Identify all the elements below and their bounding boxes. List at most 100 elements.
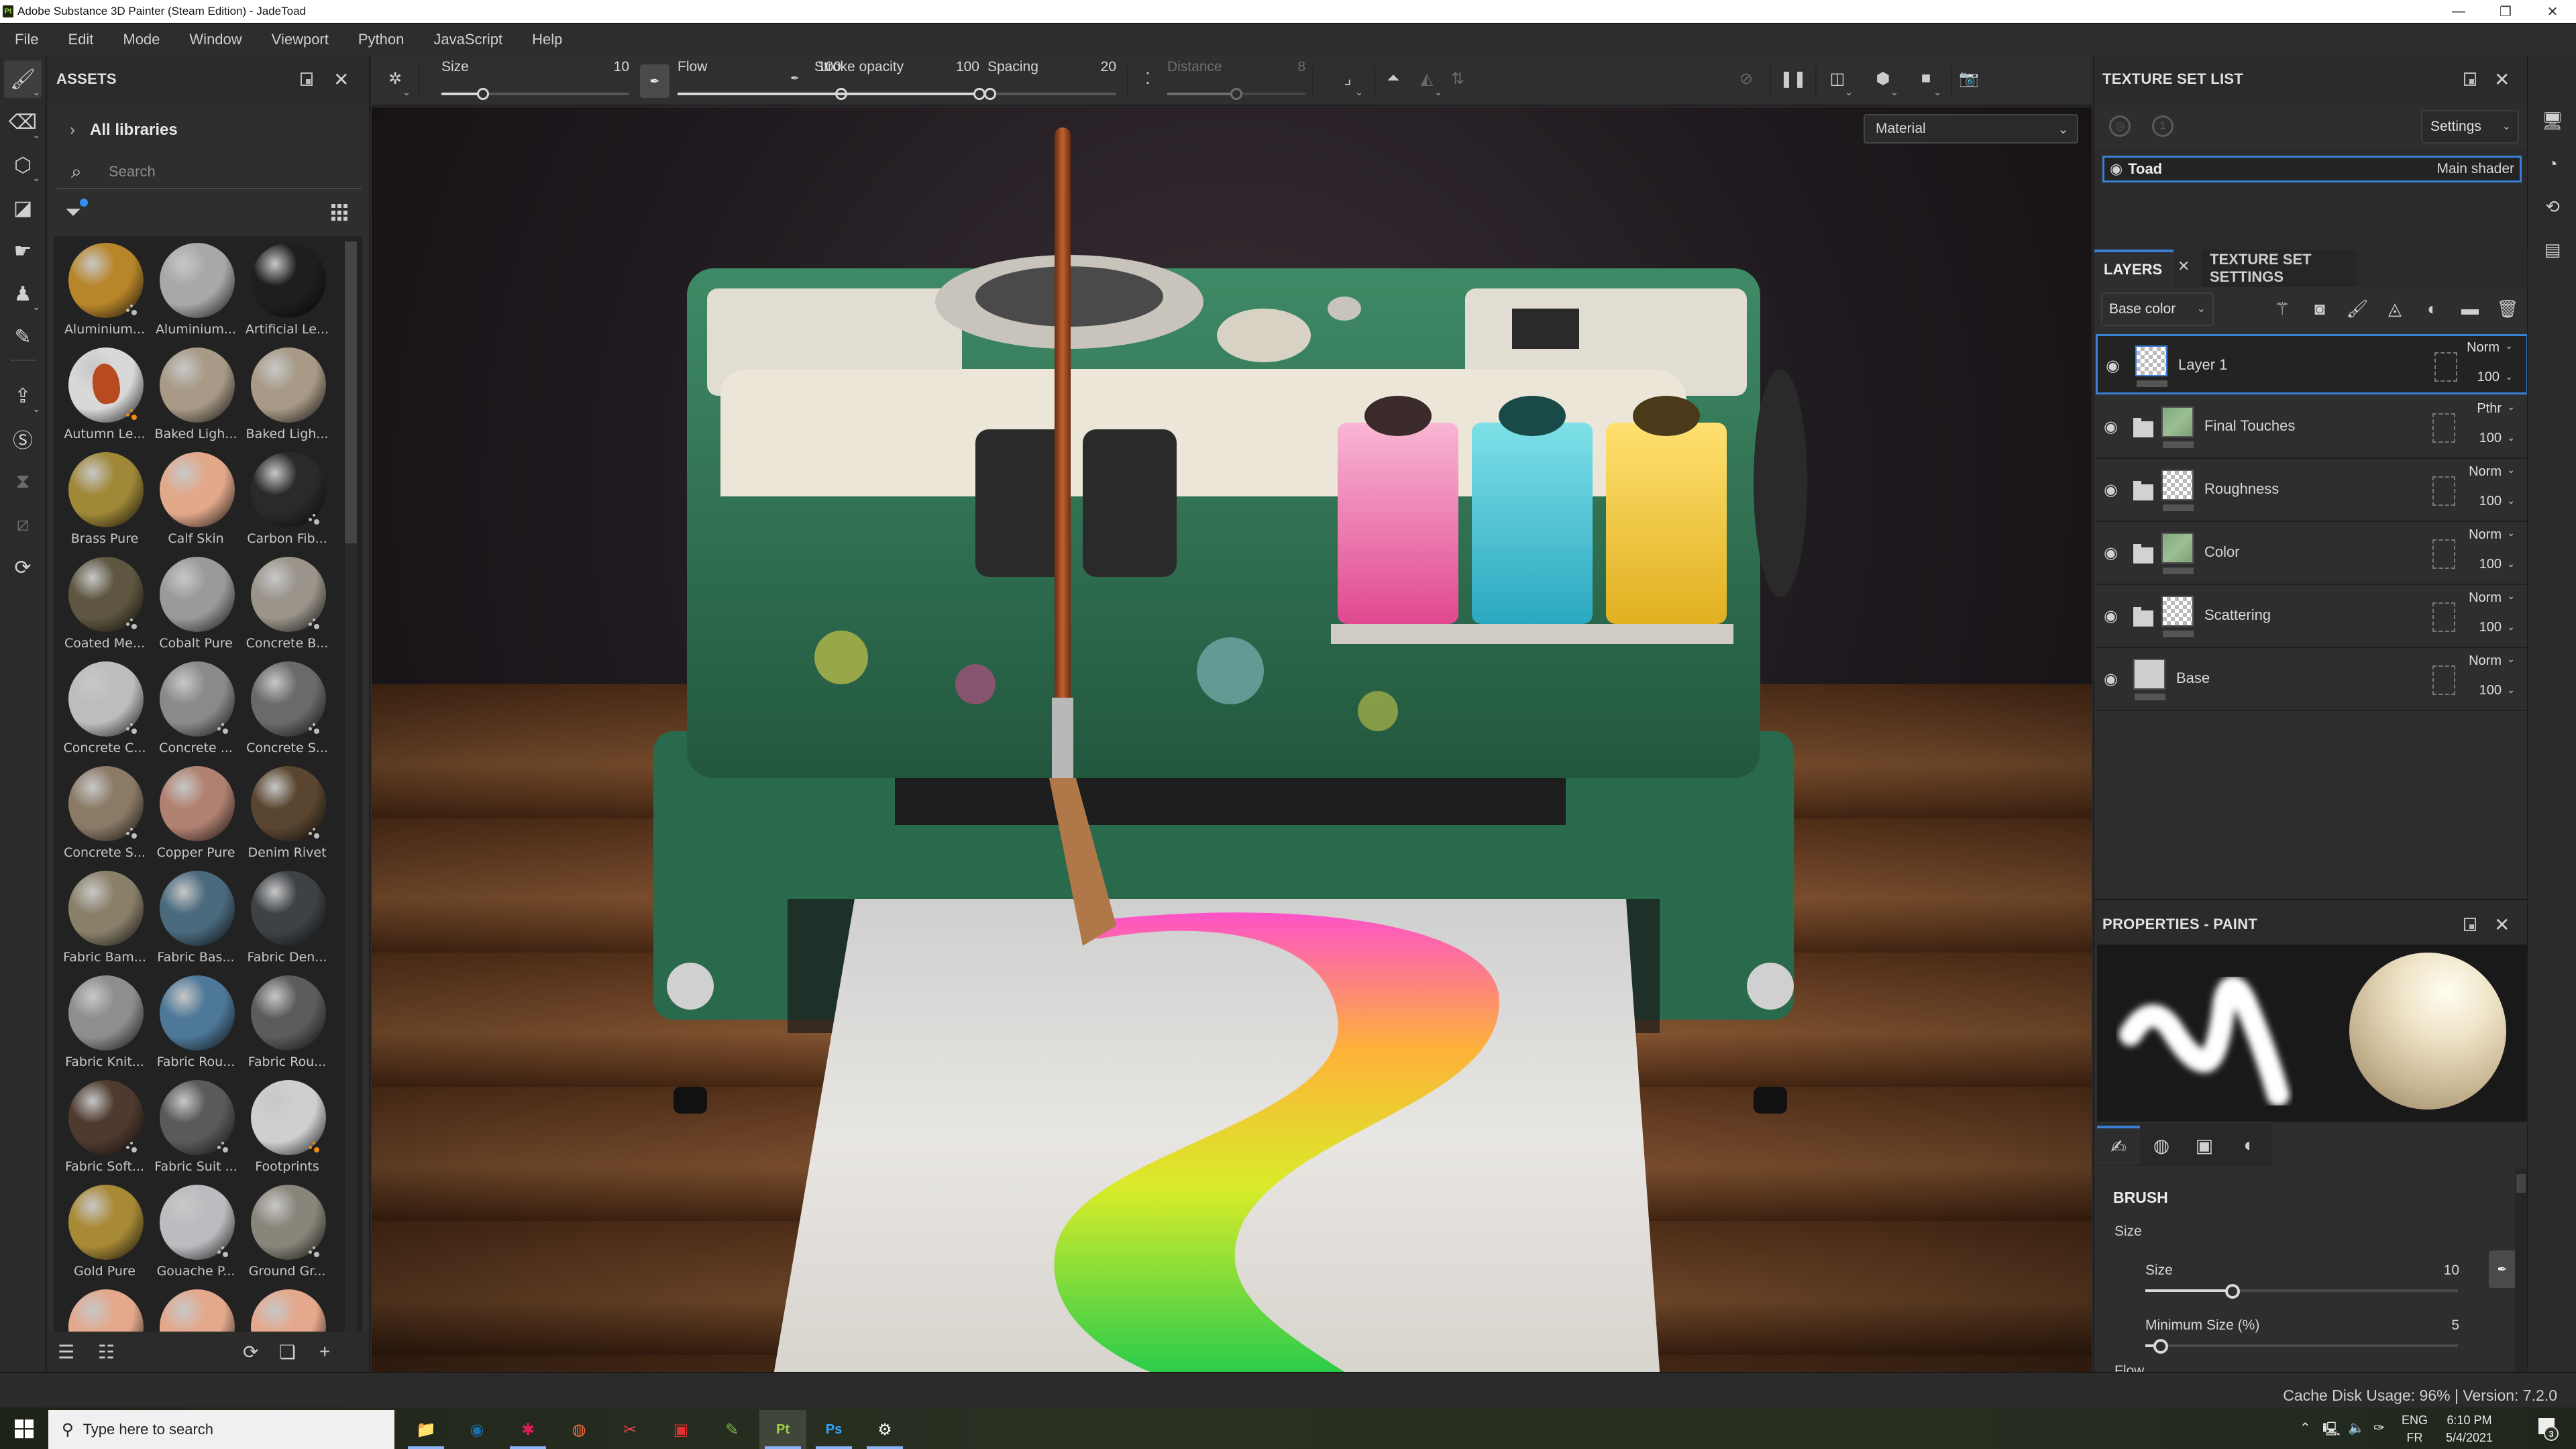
asset-item[interactable]: Fabric Bam... [59, 868, 150, 973]
grid-view-icon[interactable] [331, 204, 349, 221]
layer-row[interactable]: ◉ Roughness Norm ⌄ 100 ⌄ [2096, 460, 2528, 522]
float-panel-icon[interactable] [301, 72, 313, 86]
taskbar-app-notepad-plus[interactable]: ✎ [708, 1410, 755, 1449]
smudge-tool-icon[interactable]: ☛ [4, 232, 42, 270]
delete-layer-icon[interactable]: 🗑 [2496, 297, 2520, 321]
menu-window[interactable]: Window [189, 31, 241, 48]
eye-icon[interactable]: ◉ [2104, 606, 2118, 626]
layer-row[interactable]: ◉ Final Touches Pthr ⌄ 100 ⌄ [2096, 397, 2528, 459]
brush-size-slider[interactable]: Size 10 [2143, 1263, 2459, 1309]
tab-material[interactable]: ◖ [2226, 1126, 2269, 1165]
symmetry-icon[interactable]: ⏶ [1382, 67, 1405, 90]
shader-settings-icon[interactable]: ◔ [2540, 152, 2565, 176]
slider-knob[interactable] [2225, 1284, 2241, 1299]
add-paint-layer-icon[interactable]: 🖌 [2345, 297, 2369, 321]
windows-start-icon[interactable] [15, 1419, 34, 1438]
slider-knob[interactable] [2153, 1339, 2169, 1354]
visibility-reset-icon[interactable]: ◎ [2109, 115, 2131, 137]
layer-name[interactable]: Scattering [2204, 606, 2271, 624]
texture-set-row[interactable]: ◉ Toad Main shader [2102, 156, 2522, 182]
screenshot-icon[interactable]: 📷 [1957, 67, 1980, 90]
export-tool-icon[interactable]: ⇪ ⌄ [4, 377, 42, 415]
slider-knob[interactable] [1230, 88, 1242, 100]
tab-stencil[interactable]: ▣ [2183, 1126, 2226, 1165]
layer-opacity[interactable]: 100 [2479, 431, 2502, 446]
eye-icon[interactable]: ◉ [2104, 669, 2118, 689]
layer-row[interactable]: ◉ Base Norm ⌄ 100 ⌄ [2096, 649, 2528, 711]
flow-pen-pressure-icon[interactable]: ✒ [784, 67, 806, 90]
asset-item[interactable]: Concrete S... [59, 763, 150, 868]
asset-item[interactable] [150, 1287, 241, 1335]
taskbar-app-settings[interactable]: ⚙ [861, 1410, 908, 1449]
asset-item[interactable] [241, 1287, 333, 1335]
size-pen-pressure-button[interactable]: ✒ [2489, 1250, 2516, 1288]
menu-mode[interactable]: Mode [123, 31, 160, 48]
layer-thumbnail[interactable] [2135, 345, 2167, 376]
substance-share-tool-icon[interactable]: Ⓢ [4, 420, 42, 458]
save-library-icon[interactable]: ☰ [58, 1341, 74, 1363]
layer-thumbnail[interactable] [2161, 470, 2194, 500]
asset-item[interactable]: Baked Ligh... [150, 345, 241, 449]
layer-name[interactable]: Final Touches [2204, 417, 2295, 435]
asset-item[interactable]: Concrete ... [150, 659, 241, 763]
layer-opacity[interactable]: 100 [2479, 494, 2502, 509]
show-hidden-icons-icon[interactable]: ⌃ [2300, 1419, 2311, 1436]
menu-javascript[interactable]: JavaScript [433, 31, 502, 48]
pen-icon[interactable]: ✑ [2373, 1419, 2385, 1436]
asset-item[interactable]: Fabric Den... [241, 868, 333, 973]
layer-thumbnail[interactable] [2161, 533, 2194, 564]
bake-tool-icon[interactable]: ⟳ [4, 549, 42, 586]
filter-icon[interactable]: ⏷ [65, 199, 89, 225]
mask-slot[interactable] [2432, 665, 2455, 695]
toolbar-grip[interactable] [11, 360, 36, 364]
tab-layers[interactable]: LAYERS [2094, 250, 2174, 287]
eye-icon[interactable]: ◉ [2110, 160, 2123, 178]
eraser-tool-icon[interactable]: ⌫ ⌄ [4, 103, 42, 141]
brush-size-value[interactable]: 10 [2444, 1263, 2459, 1279]
add-smart-material-icon[interactable]: ◐ [2420, 297, 2445, 321]
channel-dropdown[interactable]: Base color ⌄ [2101, 292, 2214, 326]
asset-scrollbar[interactable] [345, 241, 357, 1335]
asset-item[interactable]: Concrete B... [241, 554, 333, 659]
add-icon[interactable]: + [319, 1341, 330, 1362]
close-tab-icon[interactable]: ✕ [2178, 258, 2190, 275]
display-settings-icon[interactable]: 🖥 [2540, 109, 2565, 133]
import-folder-icon[interactable]: ☷ [98, 1341, 115, 1363]
folder-icon[interactable] [2133, 418, 2153, 437]
spacing-slider[interactable]: Spacing 20 [983, 59, 1116, 102]
eye-icon[interactable]: ◉ [2104, 417, 2118, 437]
asset-item[interactable]: Fabric Suit ... [150, 1077, 241, 1182]
menu-viewport[interactable]: Viewport [272, 31, 329, 48]
properties-scrollbar[interactable] [2515, 1169, 2527, 1373]
add-mask-icon[interactable]: ◙ [2308, 297, 2332, 321]
add-fill-layer-icon[interactable]: ◬ [2383, 297, 2407, 321]
blend-mode[interactable]: Norm [2469, 527, 2502, 543]
restore-button[interactable]: ❐ [2482, 0, 2529, 23]
layer-thumbnail[interactable] [2161, 596, 2194, 627]
solo-icon[interactable]: 1 [2152, 115, 2174, 137]
asset-item[interactable]: Fabric Bas... [150, 868, 241, 973]
close-panel-icon[interactable]: ✕ [2494, 68, 2510, 91]
clone-stamp-tool-icon[interactable]: ♟ ⌄ [4, 275, 42, 313]
mask-slot[interactable] [2432, 476, 2455, 506]
3d-viewport[interactable]: Material ⌄ [372, 107, 2092, 1372]
layer-row[interactable]: ◉ Color Norm ⌄ 100 ⌄ [2096, 523, 2528, 585]
layer-row[interactable]: ◉ Scattering Norm ⌄ 100 ⌄ [2096, 586, 2528, 648]
eye-icon[interactable]: ◉ [2106, 356, 2120, 376]
taskbar-app-screen-recorder[interactable]: ▣ [657, 1410, 704, 1449]
minimum-size-slider[interactable]: Minimum Size (%) 5 [2143, 1318, 2459, 1364]
asset-item[interactable]: Aluminium... [150, 240, 241, 345]
clock[interactable]: 6:10 PM 5/4/2021 [2446, 1411, 2493, 1446]
layer-name[interactable]: Color [2204, 543, 2240, 561]
layer-name[interactable]: Roughness [2204, 480, 2279, 498]
blend-mode[interactable]: Norm [2467, 340, 2500, 356]
folder-icon[interactable] [2133, 544, 2153, 564]
layer-thumbnail[interactable] [2133, 659, 2165, 690]
distance-slider[interactable]: Distance 8 [1167, 59, 1305, 102]
tab-texture-set-settings[interactable]: TEXTURE SET SETTINGS [2202, 250, 2356, 287]
asset-item[interactable]: Footprints [241, 1077, 333, 1182]
color-picker-tool-icon[interactable]: ✎ [4, 318, 42, 356]
layer-opacity[interactable]: 100 [2479, 557, 2502, 572]
close-panel-icon[interactable]: ✕ [333, 68, 349, 91]
camera-3d-icon[interactable]: ⬢ ⌄ [1872, 67, 1898, 98]
